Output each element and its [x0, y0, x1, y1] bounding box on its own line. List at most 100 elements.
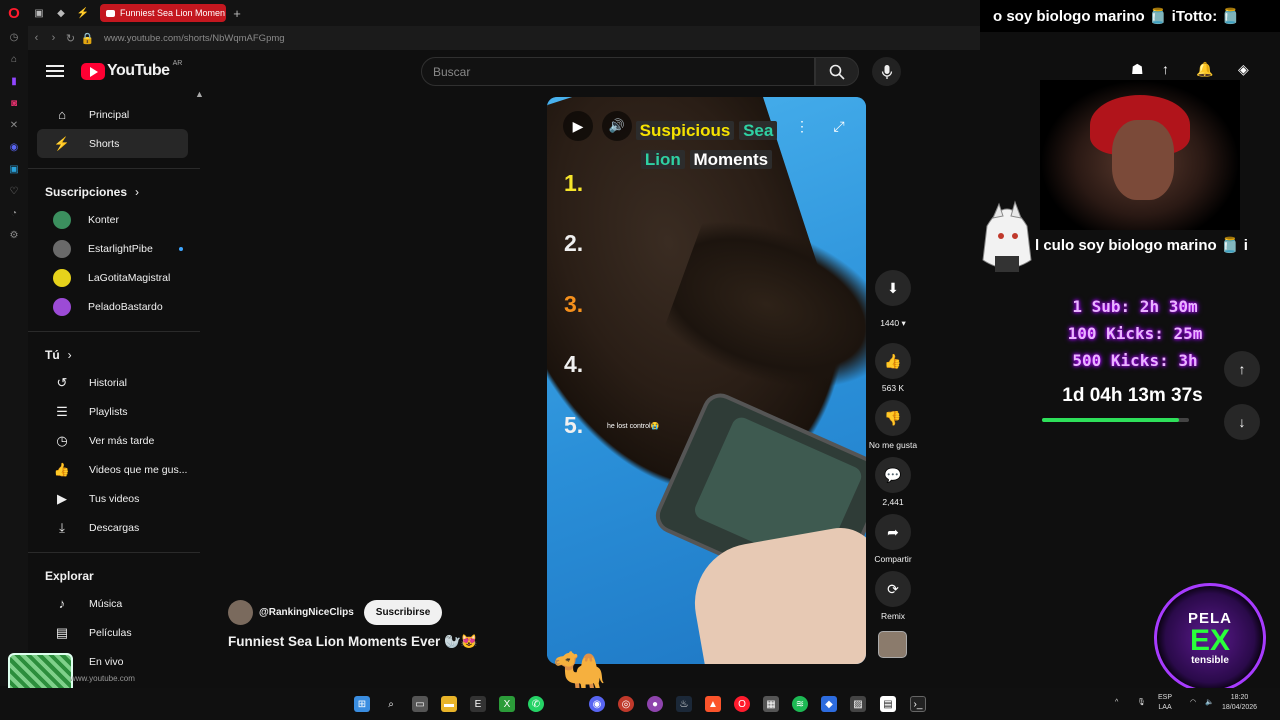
next-short-button[interactable]: ↓: [1224, 404, 1260, 440]
fullscreen-button[interactable]: ⤢: [829, 111, 849, 141]
search-icon[interactable]: ⌕: [383, 696, 399, 712]
divider: [28, 168, 200, 169]
wifi-icon[interactable]: ◠: [1190, 698, 1196, 708]
sidebar-item-estarlightpibe[interactable]: EstarlightPibe: [37, 234, 188, 263]
sidebar-item-principal[interactable]: ⌂ Principal: [37, 100, 188, 129]
menu-icon[interactable]: [46, 62, 64, 80]
download-button[interactable]: ⬇: [868, 270, 918, 306]
forward-icon[interactable]: ›: [45, 32, 62, 44]
create-icon[interactable]: ☗: [1131, 61, 1144, 78]
telegram-side-icon[interactable]: ▣: [0, 158, 28, 180]
bell-icon[interactable]: 🔔: [1196, 61, 1213, 78]
sidebar-item-playlists[interactable]: ☰ Playlists: [37, 397, 188, 426]
aria-side-icon[interactable]: ⌂: [0, 48, 28, 70]
channel-handle[interactable]: @RankingNiceClips: [259, 607, 354, 618]
divider: [28, 552, 200, 553]
subscriptions-heading[interactable]: Suscripciones ›: [28, 179, 200, 205]
channel-avatar[interactable]: [228, 600, 253, 625]
back-icon[interactable]: ‹: [28, 32, 45, 44]
divider: [28, 331, 200, 332]
steam-icon[interactable]: ♨: [676, 696, 692, 712]
tab-pinned-1[interactable]: ▣: [28, 0, 50, 26]
new-content-dot: [179, 246, 183, 251]
app-dark-icon[interactable]: ▨: [850, 696, 866, 712]
sidebar-item-ver-mas-tarde[interactable]: ◷ Ver más tarde: [37, 426, 188, 455]
discord-icon[interactable]: ◉: [589, 696, 605, 712]
collapse-arrow-icon[interactable]: ▲: [195, 89, 204, 99]
discord-side-icon[interactable]: ◉: [0, 136, 28, 158]
opera-logo-icon[interactable]: O: [0, 0, 28, 26]
obs-icon[interactable]: ●: [647, 696, 663, 712]
remix-button[interactable]: ⟳ Remix: [868, 571, 918, 621]
download-icon: ⤓: [59, 519, 65, 535]
sidebar-item-tus-videos[interactable]: ▶ Tus videos: [37, 484, 188, 513]
youtube-logo[interactable]: YouTube AR: [81, 60, 182, 80]
volume-button[interactable]: 🔊: [602, 111, 632, 141]
tray-chevron-icon[interactable]: ^: [1115, 698, 1118, 708]
sidebar-item-konter[interactable]: Konter: [37, 205, 188, 234]
xbox-icon[interactable]: X: [499, 696, 515, 712]
brave-icon[interactable]: ▲: [705, 696, 721, 712]
comments-button[interactable]: 💬 2,441: [868, 457, 918, 507]
play-button[interactable]: ▶: [563, 111, 593, 141]
tab-youtube[interactable]: Funniest Sea Lion Momen: [100, 4, 226, 22]
history-side-icon[interactable]: ◷: [0, 26, 28, 48]
shorts-video-player[interactable]: Suspicious Sea Lion Moments 1. 2. 3. 4. …: [547, 97, 866, 664]
search-button[interactable]: [815, 57, 859, 86]
streamer-webcam: [1040, 80, 1240, 230]
sidebar-item-peladobastardo[interactable]: PeladoBastardo: [37, 292, 188, 321]
clock-side-icon[interactable]: ◔: [0, 202, 28, 224]
heart-side-icon[interactable]: ♡: [0, 180, 28, 202]
upload-arrow-icon[interactable]: ↑: [1162, 61, 1169, 77]
app-gray-icon[interactable]: ▦: [763, 696, 779, 712]
notepad-icon[interactable]: ▤: [880, 696, 896, 712]
instagram-side-icon[interactable]: ◙: [0, 92, 28, 114]
language-indicator[interactable]: ESP LAA: [1158, 693, 1172, 713]
you-heading[interactable]: Tú ›: [28, 342, 200, 368]
dislike-button[interactable]: 👎 No me gusta: [868, 400, 918, 450]
tab-pinned-3[interactable]: ⚡: [72, 0, 94, 26]
opera-icon[interactable]: O: [734, 696, 750, 712]
share-button[interactable]: ➦ Compartir: [868, 514, 918, 564]
account-avatar-icon[interactable]: ◈: [1238, 61, 1249, 78]
spotify-icon[interactable]: ≋: [792, 696, 808, 712]
sidebar-item-shorts[interactable]: ⚡ Shorts: [37, 129, 188, 158]
sidebar-item-label: Historial: [89, 376, 127, 389]
terminal-icon[interactable]: ›_: [910, 696, 926, 712]
previous-short-button[interactable]: ↑: [1224, 351, 1260, 387]
sidebar-item-musica[interactable]: ♪ Música: [37, 589, 188, 618]
x-side-icon[interactable]: ✕: [0, 114, 28, 136]
tab-pinned-2[interactable]: ◆: [50, 0, 72, 26]
search-input[interactable]: Buscar: [421, 57, 815, 86]
app-red-icon[interactable]: ◎: [618, 696, 634, 712]
file-explorer-icon[interactable]: ▬: [441, 696, 457, 712]
video-title[interactable]: Funniest Sea Lion Moments Ever 🦭😻: [228, 634, 478, 650]
sidebar-item-peliculas[interactable]: ▤ Películas: [37, 618, 188, 647]
app-blue-icon[interactable]: ◆: [821, 696, 837, 712]
sidebar-item-historial[interactable]: ↺ Historial: [37, 368, 188, 397]
more-options-button[interactable]: ⋮: [795, 111, 809, 141]
subscribe-button[interactable]: Suscribirse: [363, 600, 443, 625]
lock-icon[interactable]: 🔒: [79, 32, 96, 45]
audio-source-thumbnail[interactable]: [878, 631, 907, 658]
subathon-timer: 1d 04h 13m 37s: [1062, 385, 1203, 406]
new-tab-button[interactable]: +: [226, 0, 248, 26]
video-caption: he lost control😭: [607, 423, 660, 430]
mic-tray-icon[interactable]: 🎙: [1137, 698, 1146, 708]
sidebar-item-lagotitamagistral[interactable]: LaGotitaMagistral: [37, 263, 188, 292]
whatsapp-icon[interactable]: ✆: [528, 696, 544, 712]
url-field[interactable]: www.youtube.com/shorts/NbWqmAFGpmg: [104, 33, 285, 44]
epic-games-icon[interactable]: E: [470, 696, 486, 712]
settings-side-icon[interactable]: ⚙: [0, 224, 28, 246]
volume-tray-icon[interactable]: 🔈: [1205, 698, 1214, 708]
windows-start-icon[interactable]: ⊞: [354, 696, 370, 712]
like-button[interactable]: 👍 563 K: [868, 343, 918, 393]
clock[interactable]: 18:20 18/04/2026: [1222, 693, 1257, 713]
sidebar-item-descargas[interactable]: ⤓ Descargas: [37, 513, 188, 542]
task-view-icon[interactable]: ▭: [412, 696, 428, 712]
playback-speed[interactable]: 1440 ▾: [868, 318, 918, 329]
sidebar-item-liked-videos[interactable]: 👍 Videos que me gus...: [37, 455, 188, 484]
reload-icon[interactable]: ↻: [62, 32, 79, 45]
twitch-side-icon[interactable]: ▮: [0, 70, 28, 92]
voice-search-button[interactable]: [872, 57, 901, 86]
